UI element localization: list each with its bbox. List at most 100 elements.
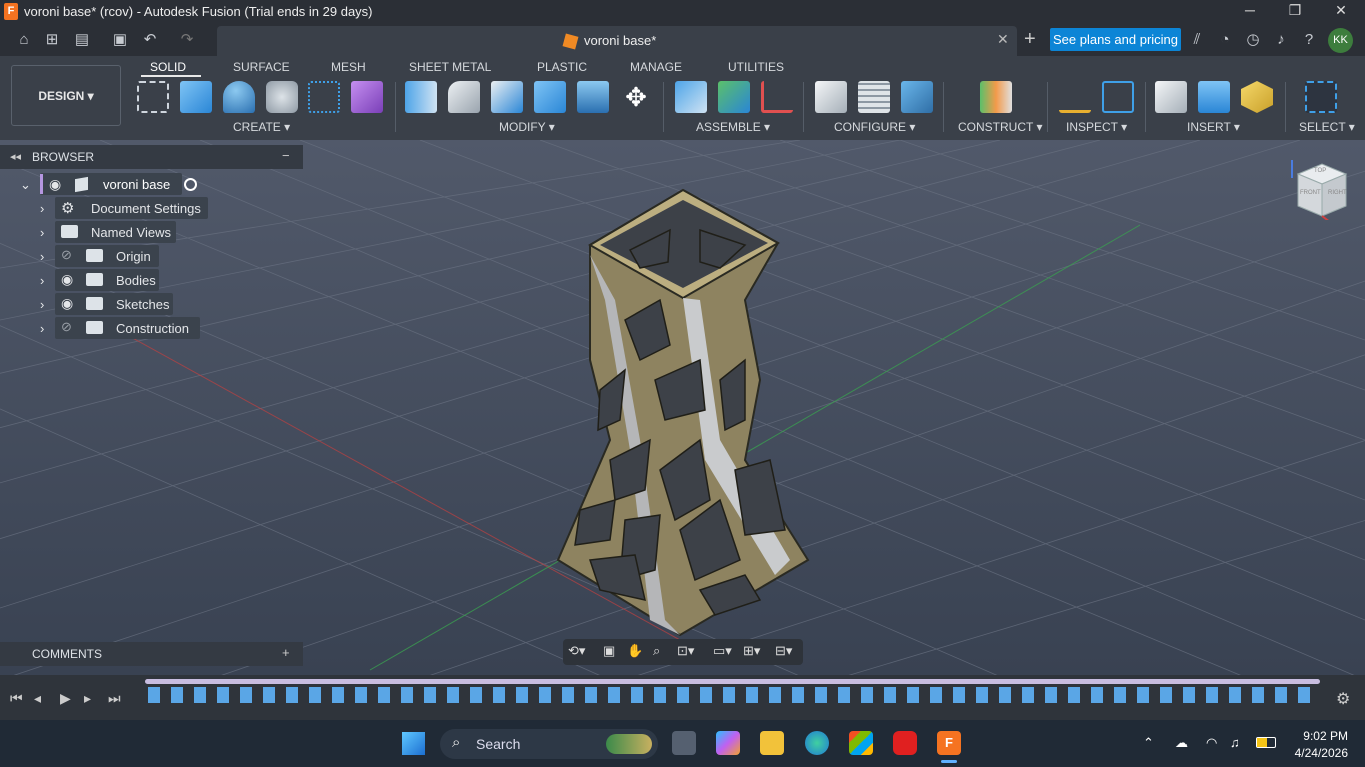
insert-group-label[interactable]: INSERT ▾ [1187,120,1240,134]
hidden-eye-icon[interactable]: ⊘ [61,319,72,335]
grid-apps-icon[interactable]: ⊞ [40,28,64,52]
inspect-group-label[interactable]: INSPECT ▾ [1066,120,1127,134]
look-at-icon[interactable]: ▣ [603,643,615,659]
configuration-rules-icon[interactable] [901,81,933,113]
show-hidden-icons-chevron-icon[interactable]: ⌃ [1143,735,1154,751]
visibility-eye-icon[interactable]: ◉ [49,176,61,193]
edge-browser-icon[interactable] [805,731,829,755]
volume-icon[interactable]: ♫ [1230,735,1240,750]
shell-icon[interactable] [491,81,523,113]
play-icon[interactable]: ▶ [60,690,71,707]
combine-icon[interactable] [534,81,566,113]
pattern-icon[interactable] [308,81,340,113]
file-explorer-icon[interactable] [760,731,784,755]
insert-derive-icon[interactable] [1155,81,1187,113]
redo-icon[interactable]: ↷ [175,28,199,52]
construct-group-label[interactable]: CONSTRUCT ▾ [958,120,1042,134]
task-view-icon[interactable] [672,731,696,755]
timeline-features[interactable] [148,687,1313,703]
tab-mesh[interactable]: MESH [331,60,366,74]
battery-icon[interactable] [1256,737,1276,748]
tab-utilities[interactable]: UTILITIES [728,60,784,74]
tab-sheet-metal[interactable]: SHEET METAL [409,60,491,74]
press-pull-icon[interactable] [405,81,437,113]
wifi-icon[interactable]: ◠ [1206,735,1217,751]
go-to-start-icon[interactable]: ⏮ [10,690,23,707]
form-icon[interactable] [351,81,383,113]
windows-start-icon[interactable] [402,732,425,755]
hidden-eye-icon[interactable]: ⊘ [61,247,72,263]
select-group-label[interactable]: SELECT ▾ [1299,120,1355,134]
as-built-joint-icon[interactable] [761,81,793,113]
go-to-end-icon[interactable]: ⏭ [108,690,121,707]
grid-settings-icon[interactable]: ⊞▾ [743,643,760,659]
close-tab-icon[interactable]: ✕ [997,31,1009,48]
user-avatar[interactable]: KK [1328,28,1353,53]
offset-face-icon[interactable] [577,81,609,113]
measure-icon[interactable] [1059,81,1091,113]
document-tab[interactable]: voroni base* ✕ [217,26,1017,56]
youtube-icon[interactable] [893,731,917,755]
extrude-icon[interactable] [180,81,212,113]
canvas-image-icon[interactable] [1198,81,1230,113]
expand-icon[interactable]: › [40,201,44,216]
minimize-button[interactable]: ─ [1235,2,1265,18]
file-menu-icon[interactable]: ▤ [70,28,94,52]
save-icon[interactable]: ▣ [108,28,132,52]
home-icon[interactable]: ⌂ [12,28,36,52]
viewports-icon[interactable]: ⊟▾ [775,643,792,659]
fusion-taskbar-icon[interactable]: F [937,731,961,755]
orbit-icon[interactable]: ⟲▾ [568,643,585,659]
timeline-settings-gear-icon[interactable]: ⚙ [1336,689,1350,709]
close-window-button[interactable]: ✕ [1326,2,1356,19]
job-status-icon[interactable]: ◔ [1216,31,1234,49]
new-component-icon[interactable] [675,81,707,113]
activate-radio-icon[interactable] [184,178,197,191]
tab-surface[interactable]: SURFACE [233,60,290,74]
zoom-icon[interactable]: ⌕ [653,643,660,659]
create-group-label[interactable]: CREATE ▾ [233,120,290,134]
taskbar-clock[interactable]: 9:02 PM 4/24/2026 [1290,729,1348,760]
configure-group-label[interactable]: CONFIGURE ▾ [834,120,915,134]
onedrive-cloud-icon[interactable]: ☁ [1175,735,1188,751]
modify-group-label[interactable]: MODIFY ▾ [499,120,555,134]
step-forward-icon[interactable]: ▸ [84,690,91,707]
select-icon[interactable] [1305,81,1337,113]
clock-icon[interactable]: ◷ [1244,31,1262,49]
create-sketch-icon[interactable] [137,81,169,113]
canvas-viewport[interactable] [0,140,1365,675]
timeline-track[interactable] [145,679,1320,684]
expand-root-icon[interactable]: ⌄ [20,177,31,193]
configuration-table-icon[interactable] [858,81,890,113]
expand-icon[interactable]: › [40,321,44,336]
new-tab-plus-icon[interactable]: + [1024,28,1036,51]
expand-icon[interactable]: › [40,249,44,264]
visibility-eye-icon[interactable]: ◉ [61,271,73,288]
move-copy-icon[interactable]: ✥ [620,81,652,113]
workspace-design-dropdown[interactable]: DESIGN ▾ [11,65,121,126]
configure-icon[interactable] [815,81,847,113]
see-plans-button[interactable]: See plans and pricing [1050,28,1181,51]
section-analysis-icon[interactable] [1102,81,1134,113]
microsoft-store-icon[interactable] [849,731,873,755]
fit-icon[interactable]: ⊡▾ [677,643,694,659]
undo-icon[interactable]: ↶ [138,28,162,52]
notification-bell-icon[interactable]: ♪ [1272,31,1290,49]
minimize-browser-icon[interactable]: − [282,148,290,163]
tab-manage[interactable]: MANAGE [630,60,682,74]
expand-icon[interactable]: › [40,297,44,312]
expand-icon[interactable]: › [40,273,44,288]
help-icon[interactable]: ? [1300,31,1318,49]
visibility-eye-icon[interactable]: ◉ [61,295,73,312]
fillet-icon[interactable] [448,81,480,113]
step-back-icon[interactable]: ◂ [34,690,41,707]
joint-icon[interactable] [718,81,750,113]
copilot-icon[interactable] [716,731,740,755]
offset-plane-icon[interactable] [980,81,1012,113]
revolve-icon[interactable] [223,81,255,113]
collapse-browser-icon[interactable]: ◂◂ [10,150,21,163]
assemble-group-label[interactable]: ASSEMBLE ▾ [696,120,770,134]
taskbar-search[interactable]: ⌕ Search [440,729,658,759]
viewcube[interactable]: TOP FRONT RIGHT [1290,160,1348,223]
expand-icon[interactable]: › [40,225,44,240]
